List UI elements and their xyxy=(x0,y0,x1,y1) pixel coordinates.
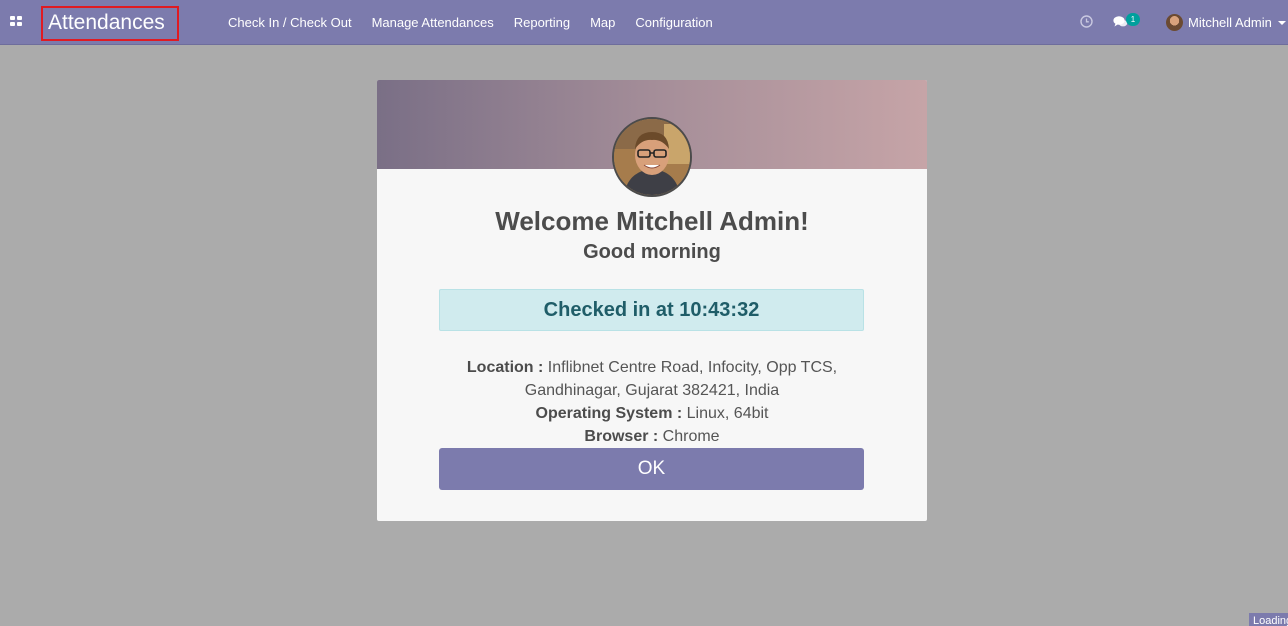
os-value: Linux, 64bit xyxy=(686,405,769,422)
location-label: Location : xyxy=(466,359,544,376)
user-name: Mitchell Admin xyxy=(1188,15,1272,30)
os-label: Operating System : xyxy=(535,405,683,422)
menu-item-check-in-check-out[interactable]: Check In / Check Out xyxy=(218,0,362,45)
messaging-counter-badge: 1 xyxy=(1126,13,1140,26)
employee-avatar xyxy=(612,117,692,197)
caret-down-icon xyxy=(1277,20,1286,25)
app-brand-title[interactable]: Attendances xyxy=(41,6,179,41)
loading-indicator: Loading xyxy=(1249,613,1288,626)
greeting-card: Welcome Mitchell Admin! Good morning Che… xyxy=(377,80,927,521)
session-info: Location : Inflibnet Centre Road, Infoci… xyxy=(417,356,887,448)
browser-label: Browser : xyxy=(584,428,659,445)
browser-line: Browser : Chrome xyxy=(417,425,887,448)
main-menu: Check In / Check Out Manage Attendances … xyxy=(218,0,723,45)
menu-item-configuration[interactable]: Configuration xyxy=(625,0,722,45)
menu-item-reporting[interactable]: Reporting xyxy=(504,0,580,45)
checked-in-status: Checked in at 10:43:32 xyxy=(439,289,864,331)
user-avatar xyxy=(1166,14,1183,31)
user-menu[interactable]: Mitchell Admin xyxy=(1166,0,1286,45)
top-navbar: Attendances Check In / Check Out Manage … xyxy=(0,0,1288,45)
welcome-heading: Welcome Mitchell Admin! xyxy=(495,206,809,236)
location-value: Inflibnet Centre Road, Infocity, Opp TCS… xyxy=(524,359,838,399)
clock-icon[interactable] xyxy=(1080,15,1093,28)
os-line: Operating System : Linux, 64bit xyxy=(417,402,887,425)
browser-value: Chrome xyxy=(662,428,720,445)
location-line: Location : Inflibnet Centre Road, Infoci… xyxy=(417,356,887,402)
menu-item-manage-attendances[interactable]: Manage Attendances xyxy=(362,0,504,45)
menu-item-map[interactable]: Map xyxy=(580,0,625,45)
greeting-subheading: Good morning xyxy=(583,241,721,263)
ok-button[interactable]: OK xyxy=(439,448,864,490)
apps-menu-icon[interactable] xyxy=(10,16,22,26)
